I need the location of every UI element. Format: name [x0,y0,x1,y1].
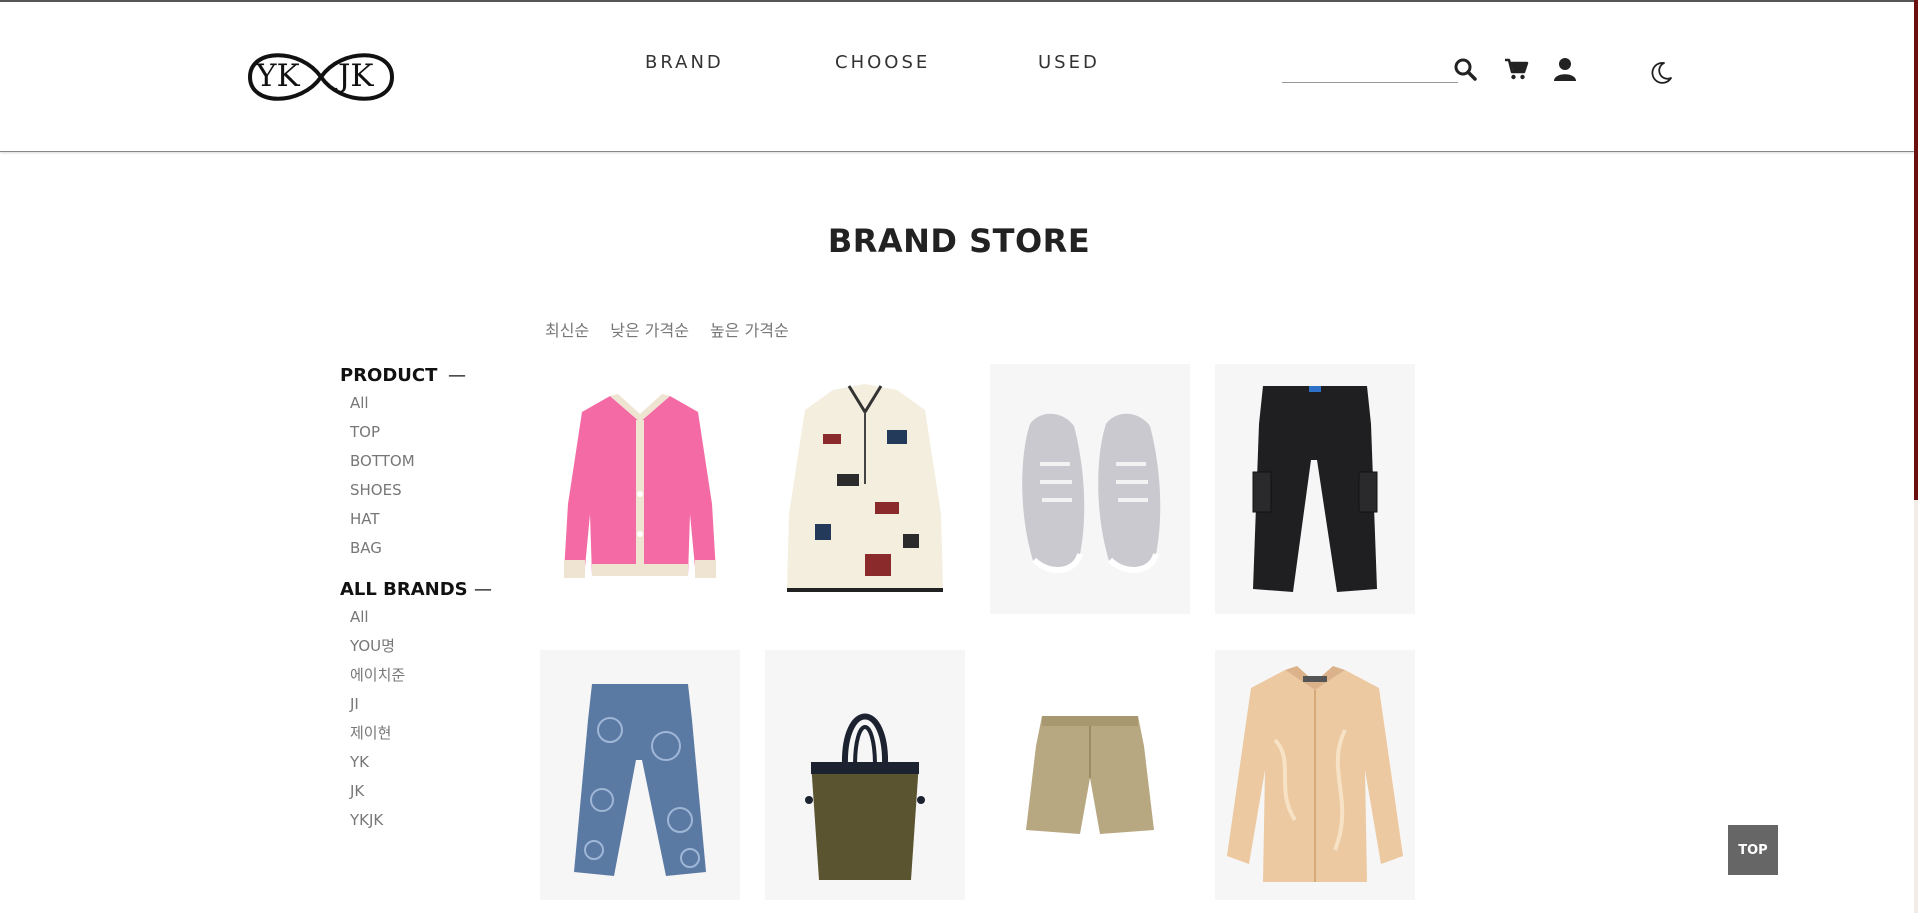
category-all[interactable]: All [350,389,510,418]
category-top[interactable]: TOP [350,418,510,447]
brand-ji[interactable]: JI [350,690,510,719]
pink-cardigan-image [564,394,716,578]
satin-shirt-image [1227,666,1403,882]
sort-price-low[interactable]: 낮은 가격순 [610,321,689,340]
khaki-shorts-image [1026,716,1154,834]
product-card[interactable] [990,364,1190,614]
product-card[interactable] [1215,650,1415,900]
product-card[interactable] [540,650,740,900]
user-icon[interactable] [1552,56,1578,82]
product-card[interactable] [540,364,740,614]
sort-price-high[interactable]: 높은 가격순 [710,321,789,340]
product-card[interactable] [765,650,965,900]
search-input[interactable] [1282,60,1458,83]
product-card[interactable] [1215,364,1415,614]
category-bag[interactable]: BAG [350,534,510,563]
product-card[interactable] [990,650,1190,900]
brand-section: ALL BRANDS — All YOU명 에이치준 JI 제이현 YK JK … [340,579,510,835]
scroll-to-top-button[interactable]: TOP [1728,825,1778,875]
search-icon[interactable] [1452,56,1478,82]
tote-bag-image [805,713,925,880]
cart-icon[interactable] [1503,56,1529,82]
category-bottom[interactable]: BOTTOM [350,447,510,476]
product-category-title: PRODUCT [340,365,438,386]
collapse-icon[interactable]: — [448,365,466,386]
brand-hjun[interactable]: 에이치준 [350,661,510,690]
page-title: BRAND STORE [827,222,1091,260]
moon-icon[interactable] [1648,60,1674,86]
black-cargo-pants-image [1252,386,1378,592]
brand-ykjk[interactable]: YKJK [350,806,510,835]
sort-newest[interactable]: 최신순 [545,321,589,340]
logo-text-left: YK [256,58,300,94]
fleece-jacket-image [787,384,943,592]
product-category-header[interactable]: PRODUCT — [340,365,510,389]
brand-category-title: ALL BRANDS [340,579,468,600]
brand-all[interactable]: All [350,603,510,632]
sort-options: 최신순 낮은 가격순 높은 가격순 [545,317,805,341]
sneakers-image [1022,413,1161,574]
brand-jhyun[interactable]: 제이현 [350,719,510,748]
site-logo[interactable]: YK JK [246,44,396,110]
product-card[interactable] [765,364,965,614]
nav-choose[interactable]: CHOOSE [835,52,930,73]
logo-text-right: JK [338,58,374,94]
category-shoes[interactable]: SHOES [350,476,510,505]
category-sidebar: PRODUCT — All TOP BOTTOM SHOES HAT BAG A… [340,365,510,835]
brand-jk[interactable]: JK [350,777,510,806]
printed-jeans-image [574,684,706,876]
product-category-list: All TOP BOTTOM SHOES HAT BAG [340,389,510,563]
category-hat[interactable]: HAT [350,505,510,534]
brand-youmyeong[interactable]: YOU명 [350,632,510,661]
site-header: YK JK BRAND CHOOSE USED [0,2,1914,152]
brand-category-header[interactable]: ALL BRANDS — [340,579,510,603]
nav-brand[interactable]: BRAND [645,52,724,73]
brand-yk[interactable]: YK [350,748,510,777]
nav-used[interactable]: USED [1038,52,1100,73]
collapse-icon[interactable]: — [474,579,492,600]
brand-list: All YOU명 에이치준 JI 제이현 YK JK YKJK [340,603,510,835]
